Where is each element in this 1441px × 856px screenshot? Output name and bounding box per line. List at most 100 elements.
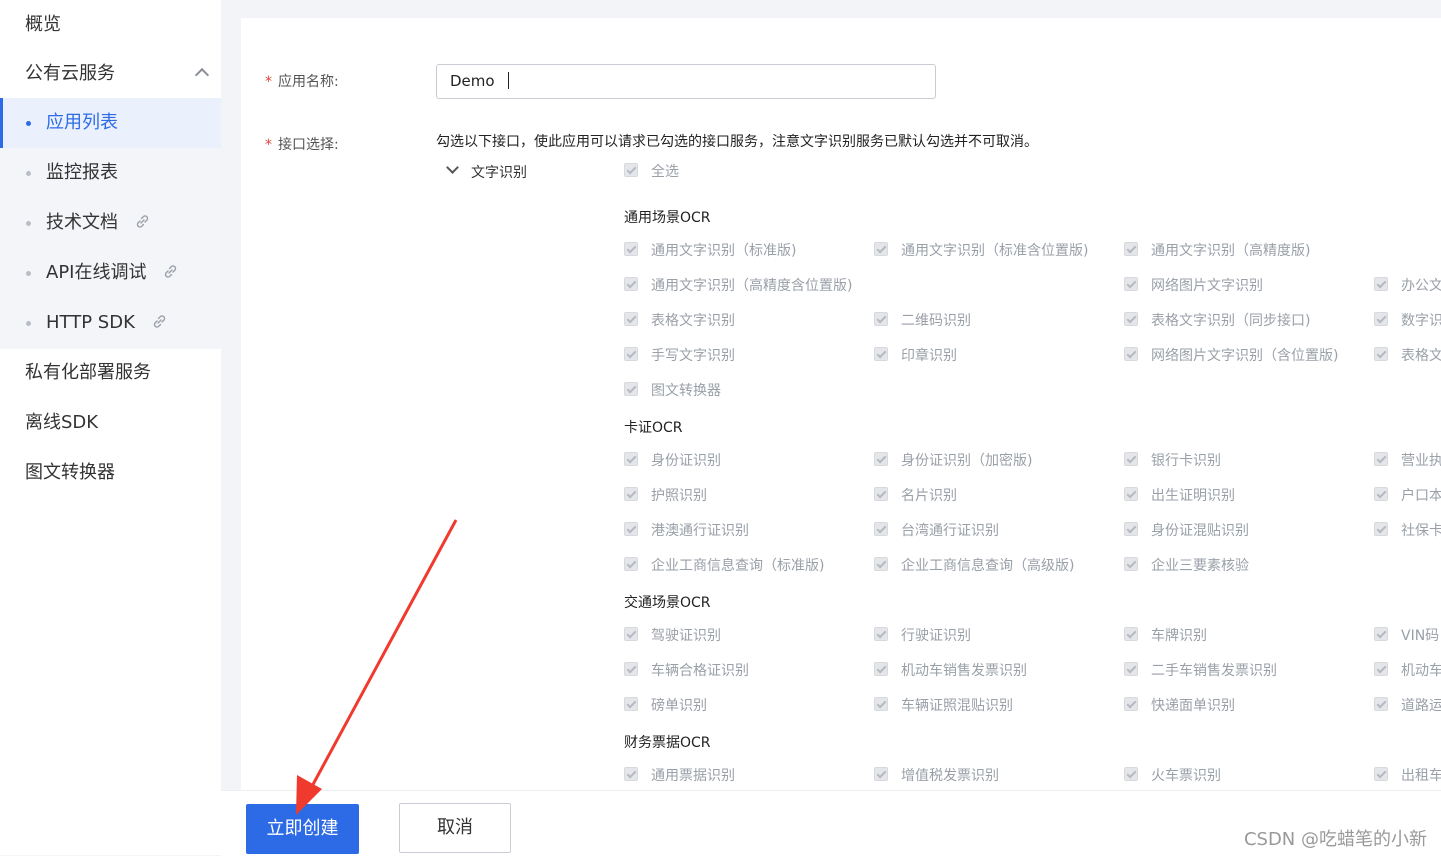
checkbox-checked-icon [874, 767, 888, 781]
checkbox-checked-icon [874, 627, 888, 641]
checkbox-checked-icon [1124, 277, 1138, 291]
sidebar-item-label: API在线调试 [46, 262, 147, 283]
checkbox-checked-icon [624, 697, 638, 711]
chevron-up-icon [194, 67, 210, 83]
api-checkbox-label: 车牌识别 [1151, 628, 1207, 644]
api-checkbox-label: 车辆合格证识别 [651, 663, 749, 679]
group-title-finance: 财务票据OCR [624, 735, 711, 751]
cancel-button[interactable]: 取消 [399, 803, 511, 853]
checkbox-checked-icon [1124, 557, 1138, 571]
nav-converter-label: 图文转换器 [25, 462, 115, 483]
api-checkbox-label: 企业工商信息查询（标准版) [651, 558, 825, 574]
api-checkbox-label: 出生证明识别 [1151, 488, 1235, 504]
api-select-label: * 接口选择: [265, 137, 339, 153]
api-checkbox-label: 通用文字识别（高精度含位置版) [651, 278, 853, 294]
text-caret [507, 72, 509, 89]
sidebar-item-docs[interactable]: 技术文档 [0, 198, 221, 248]
checkbox-checked-icon [1124, 697, 1138, 711]
api-checkbox-label: 社保卡 [1401, 523, 1441, 539]
group-title-traffic: 交通场景OCR [624, 595, 711, 611]
chevron-down-icon[interactable] [446, 161, 459, 174]
checkbox-checked-icon [1374, 312, 1388, 326]
api-checkbox-label: 户口本 [1401, 488, 1441, 504]
api-checkbox-label: 表格文 [1401, 348, 1441, 364]
api-checkbox-label: 护照识别 [651, 488, 707, 504]
api-checkbox-label: 图文转换器 [651, 383, 721, 399]
api-checkbox-label: 数字识 [1401, 313, 1441, 329]
checkbox-checked-icon [624, 452, 638, 466]
api-checkbox-label: 道路运 [1401, 698, 1441, 714]
checkbox-checked-icon [874, 347, 888, 361]
nav-overview[interactable]: 概览 [0, 0, 221, 50]
create-button[interactable]: 立即创建 [246, 804, 359, 854]
checkbox-checked-icon [874, 487, 888, 501]
sidebar-item-http-sdk[interactable]: HTTP SDK [0, 298, 221, 348]
checkbox-checked-icon [1374, 662, 1388, 676]
sidebar-item-monitor[interactable]: 监控报表 [0, 148, 221, 198]
bullet-icon [26, 271, 31, 276]
checkbox-checked-icon [1374, 522, 1388, 536]
sidebar-item-label: 应用列表 [46, 112, 118, 133]
checkbox-checked-icon [1124, 627, 1138, 641]
app-name-value: Demo [450, 72, 495, 90]
api-checkbox-label: 企业三要素核验 [1151, 558, 1249, 574]
checkbox-checked-icon [624, 312, 638, 326]
nav-private-deploy[interactable]: 私有化部署服务 [0, 348, 221, 398]
checkbox-checked-icon [624, 557, 638, 571]
api-checkbox-label: 增值税发票识别 [901, 768, 999, 784]
api-checkbox-label: 快递面单识别 [1151, 698, 1235, 714]
checkbox-checked-icon [874, 557, 888, 571]
checkbox-checked-icon [1124, 347, 1138, 361]
form-footer: 立即创建 取消 CSDN @吃蜡笔的小新 [221, 790, 1441, 856]
sidebar-item-app-list[interactable]: 应用列表 [0, 98, 221, 148]
api-checkbox-label: 二手车销售发票识别 [1151, 663, 1277, 679]
nav-converter[interactable]: 图文转换器 [0, 448, 221, 498]
api-checkbox-label: 火车票识别 [1151, 768, 1221, 784]
checkbox-checked-icon [874, 452, 888, 466]
api-checkbox-label: 名片识别 [901, 488, 957, 504]
app-name-input[interactable]: Demo [436, 64, 936, 99]
sidebar-item-label: 技术文档 [46, 212, 118, 233]
nav-public-cloud[interactable]: 公有云服务 [0, 49, 221, 99]
checkbox-checked-icon [1374, 347, 1388, 361]
api-checkbox-label: 通用票据识别 [651, 768, 735, 784]
checkbox-checked-icon [624, 487, 638, 501]
checkbox-checked-icon [874, 312, 888, 326]
checkbox-checked-icon [874, 662, 888, 676]
checkbox-checked-icon [624, 662, 638, 676]
api-checkbox-label: 港澳通行证识别 [651, 523, 749, 539]
api-checkbox-label: 行驶证识别 [901, 628, 971, 644]
sidebar-item-api-debug[interactable]: API在线调试 [0, 248, 221, 298]
api-checkbox-label: 表格文字识别（同步接口) [1151, 313, 1311, 329]
api-checkbox-label: 机动车销售发票识别 [901, 663, 1027, 679]
bullet-icon [26, 121, 31, 126]
api-checkbox-label: 手写文字识别 [651, 348, 735, 364]
checkbox-checked-icon [624, 242, 638, 256]
api-checkbox-label: 机动车 [1401, 663, 1441, 679]
checkbox-checked-icon [624, 522, 638, 536]
api-checkbox-label: 网络图片文字识别 [1151, 278, 1263, 294]
api-checkbox-label: 企业工商信息查询（高级版) [901, 558, 1075, 574]
bullet-icon [26, 171, 31, 176]
checkbox-checked-icon [1124, 487, 1138, 501]
api-checkbox-label: 银行卡识别 [1151, 453, 1221, 469]
checkbox-checked-icon [624, 277, 638, 291]
api-checkbox-label: 通用文字识别（标准版) [651, 243, 797, 259]
group-title-card: 卡证OCR [624, 420, 683, 436]
nav-offline-sdk[interactable]: 离线SDK [0, 398, 221, 448]
checkbox-checked-icon [874, 697, 888, 711]
nav-overview-label: 概览 [25, 14, 61, 35]
api-checkbox-label: 驾驶证识别 [651, 628, 721, 644]
checkbox-checked-icon [624, 347, 638, 361]
sidebar-item-label: 监控报表 [46, 162, 118, 183]
checkbox-checked-icon [624, 767, 638, 781]
api-checkbox-label: 身份证混贴识别 [1151, 523, 1249, 539]
api-checkbox-label: 表格文字识别 [651, 313, 735, 329]
category-text-recognition[interactable]: 文字识别 [471, 162, 527, 182]
checkbox-checked-icon [1374, 452, 1388, 466]
api-checkbox-label: 营业执 [1401, 453, 1441, 469]
api-checkbox-label: 台湾通行证识别 [901, 523, 999, 539]
checkbox-checked-icon [1124, 522, 1138, 536]
group-title-general: 通用场景OCR [624, 210, 711, 226]
checkbox-checked-icon [624, 382, 638, 396]
